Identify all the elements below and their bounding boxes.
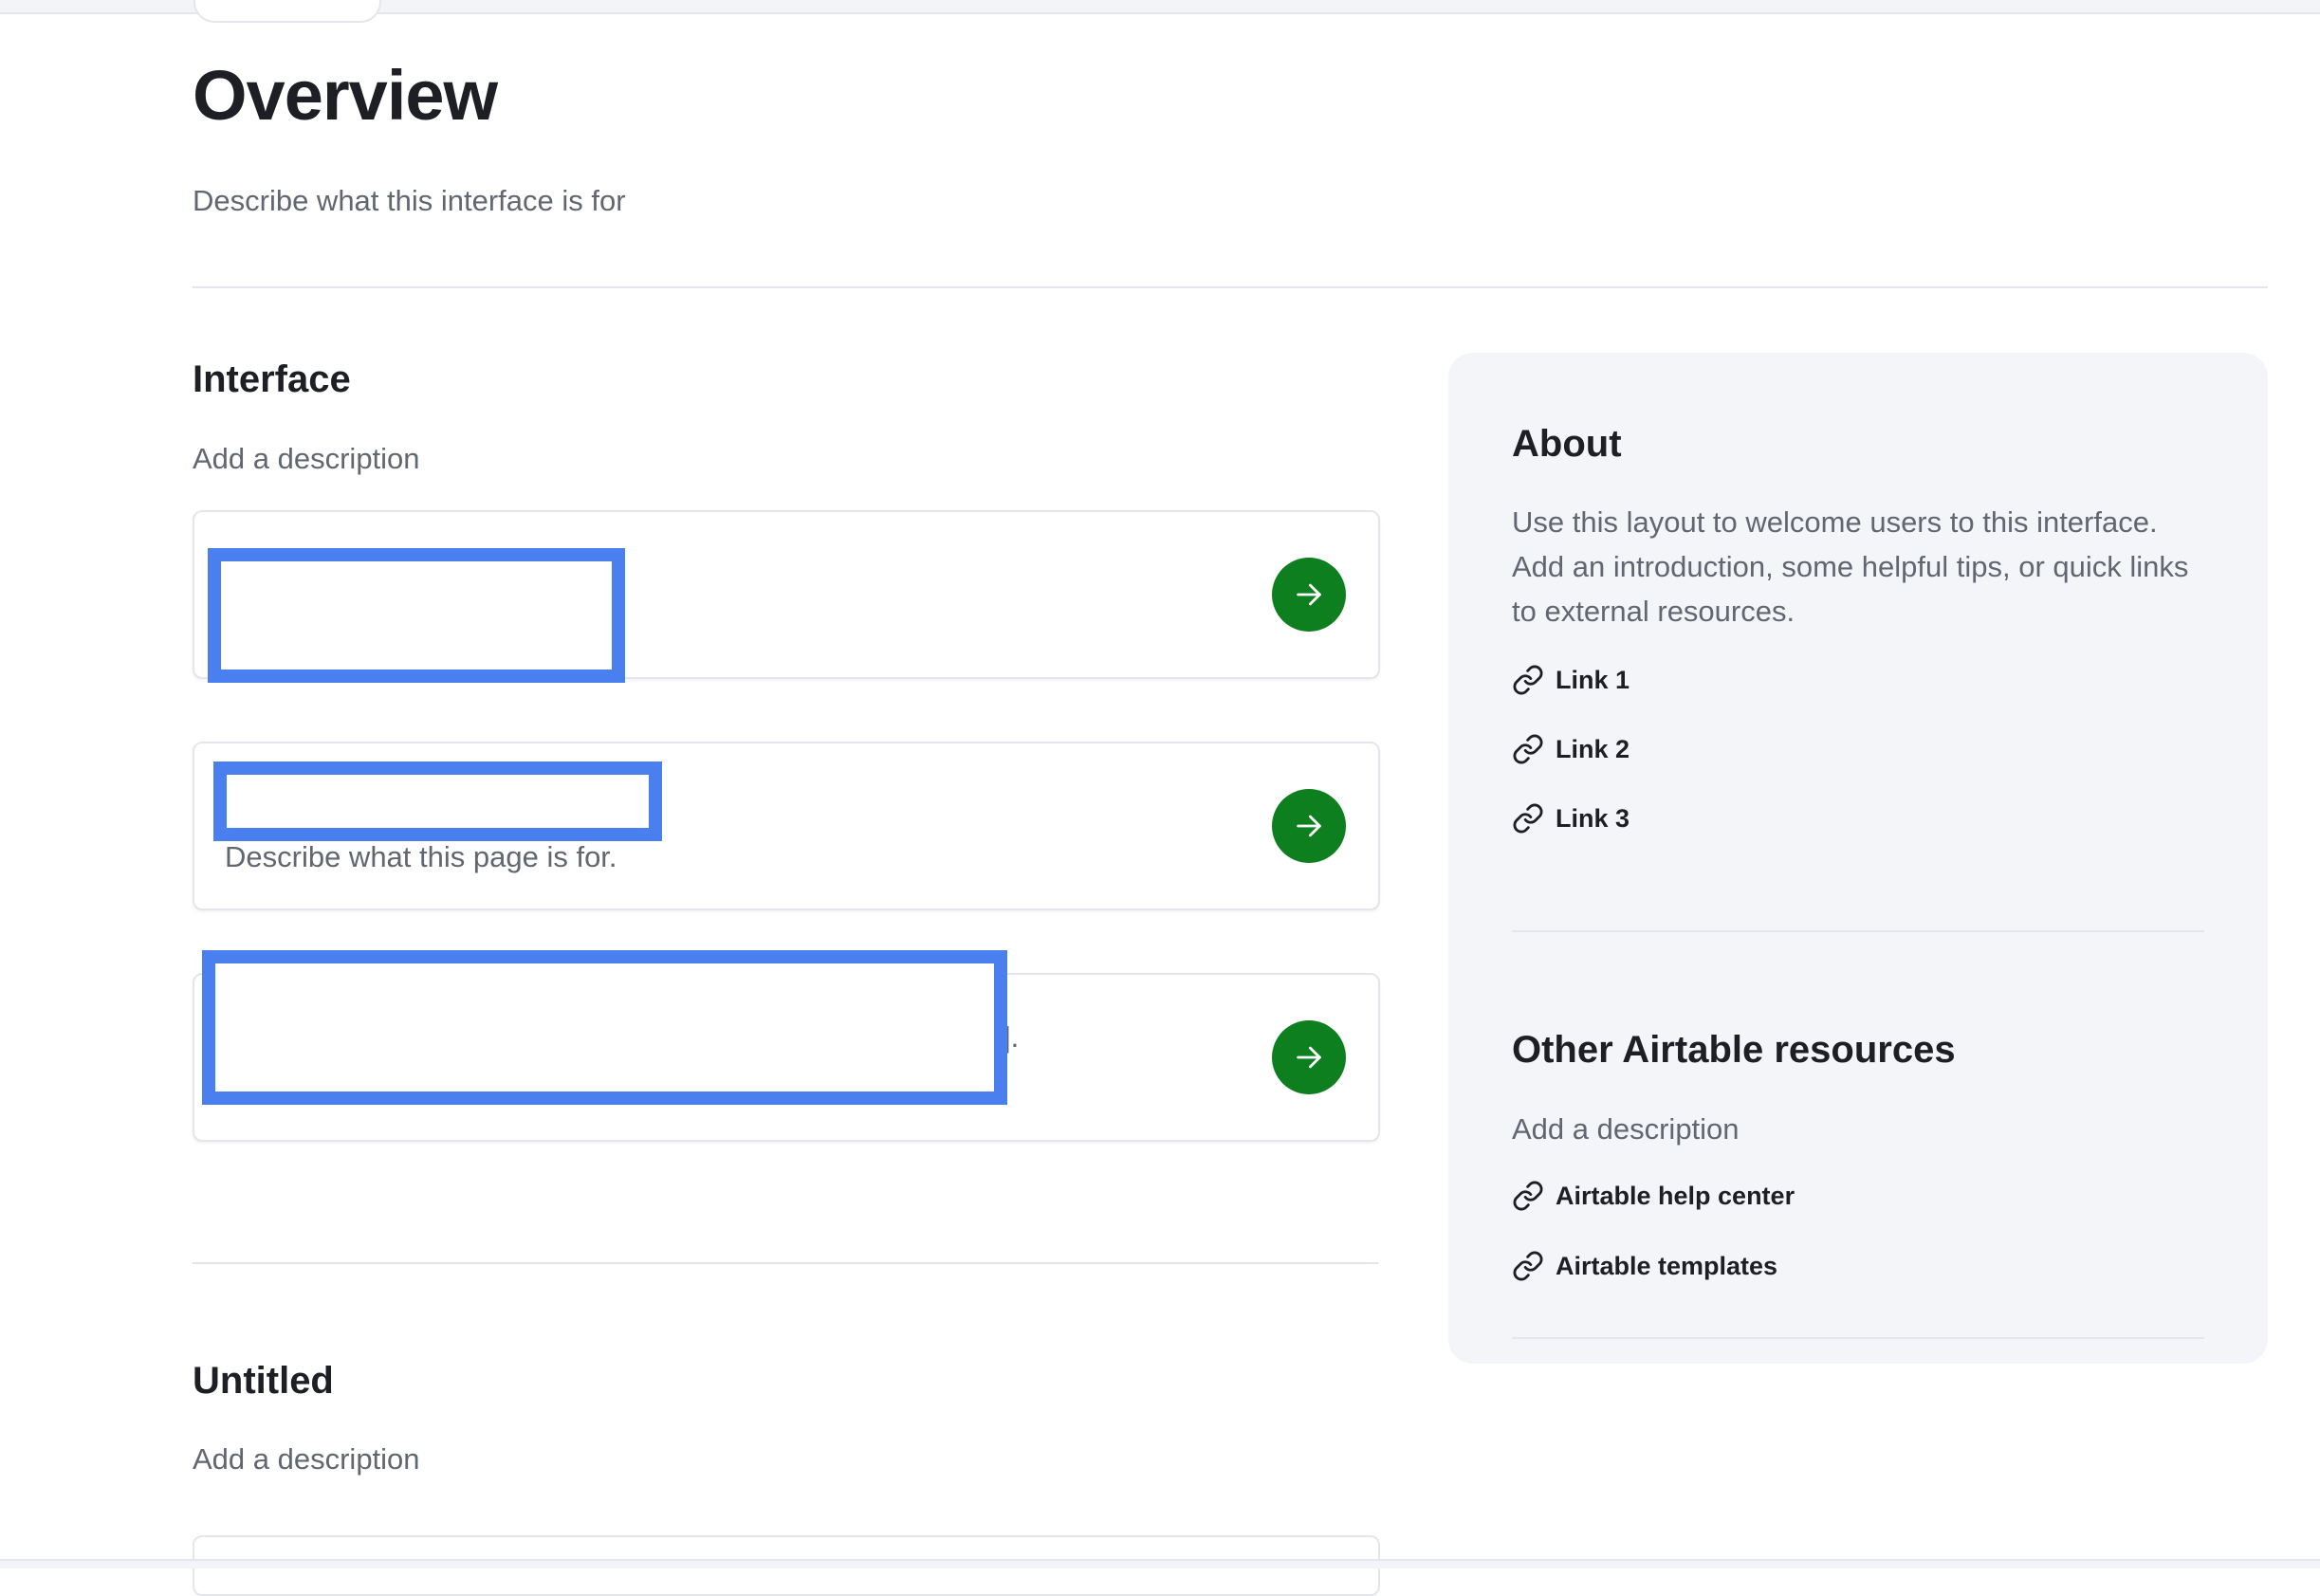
link-icon [1513, 1181, 1543, 1211]
about-title: About [1512, 423, 1622, 465]
sidebar-link-templates[interactable]: Airtable templates [1512, 1250, 1777, 1282]
sidebar-link-label: Airtable templates [1556, 1251, 1778, 1280]
card-description: Describe what this page is for. [225, 840, 617, 873]
resources-title: Other Airtable resources [1512, 1029, 1956, 1071]
link-icon [1513, 1251, 1543, 1281]
redaction-box [208, 548, 625, 683]
about-text: Use this layout to welcome users to this… [1512, 505, 2189, 628]
sidebar-link-label: Airtable help center [1556, 1181, 1795, 1210]
sidebar-panel: About Use this layout to welcome users t… [1448, 353, 2268, 1364]
sidebar-link-1[interactable]: Link 1 [1512, 664, 1630, 696]
arrow-right-icon [1297, 815, 1321, 837]
header-divider [193, 286, 2268, 288]
sidebar-link-label: Link 3 [1556, 803, 1630, 833]
section-title-interface: Interface [193, 358, 351, 400]
sidebar-divider [1512, 930, 2204, 932]
link-icon [1513, 665, 1543, 695]
open-page-button[interactable] [1272, 789, 1346, 863]
redaction-box [202, 950, 1007, 1105]
open-page-button[interactable] [1272, 558, 1346, 632]
sidebar-link-3[interactable]: Link 3 [1512, 802, 1630, 835]
section-description-interface[interactable]: Add a description [193, 442, 420, 476]
sidebar-link-label: Link 1 [1556, 665, 1630, 694]
page-title: Overview [193, 56, 498, 135]
sidebar-link-2[interactable]: Link 2 [1512, 733, 1630, 765]
arrow-right-icon [1297, 583, 1321, 606]
sidebar-divider [1512, 1337, 2204, 1339]
top-tab[interactable] [193, 0, 381, 23]
top-bar [0, 0, 2320, 23]
redaction-box [213, 761, 662, 841]
link-icon [1513, 734, 1543, 764]
section-divider [193, 1262, 1378, 1264]
sidebar-link-help-center[interactable]: Airtable help center [1512, 1180, 1795, 1212]
resources-description[interactable]: Add a description [1512, 1107, 2214, 1151]
bottom-bar [0, 1559, 2320, 1568]
sidebar-link-label: Link 2 [1556, 734, 1630, 763]
section-title-untitled: Untitled [193, 1360, 334, 1402]
link-icon [1513, 803, 1543, 834]
section-description-untitled[interactable]: Add a description [193, 1442, 420, 1477]
open-page-button[interactable] [1272, 1020, 1346, 1094]
arrow-right-icon [1297, 1046, 1321, 1069]
page-description[interactable]: Describe what this interface is for [193, 184, 626, 218]
